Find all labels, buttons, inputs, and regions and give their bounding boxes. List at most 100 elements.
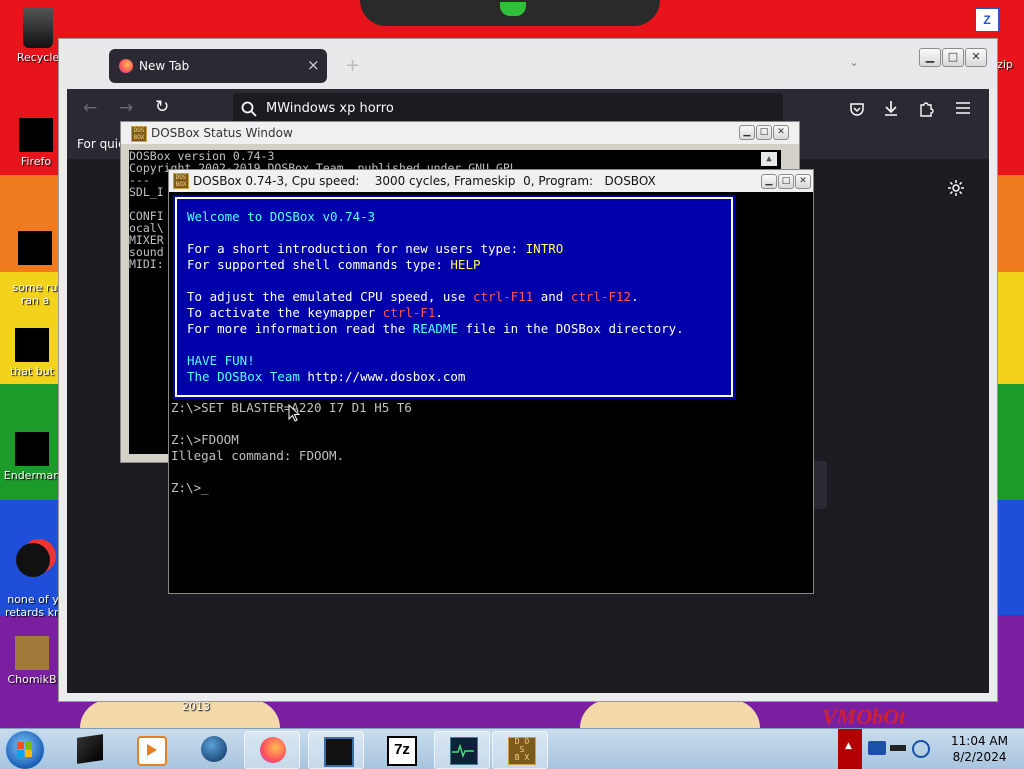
taskbar-dosbox[interactable]: D OSB X xyxy=(492,731,548,769)
terminal-prompt[interactable]: Z:\>_ xyxy=(171,480,209,495)
desktop-icon-label: some ru ran a xyxy=(12,281,58,307)
taskbar-firefox[interactable] xyxy=(244,731,300,769)
hamster-icon xyxy=(15,636,49,670)
welcome-box: Welcome to DOSBox v0.74-3 For a short in… xyxy=(173,195,735,399)
tab-title: New Tab xyxy=(139,59,190,73)
clock-time: 11:04 AM xyxy=(951,734,1008,748)
clock[interactable]: 11:04 AM 8/2/2024 xyxy=(951,733,1008,765)
clock-date: 8/2/2024 xyxy=(952,750,1007,764)
desktop-icon-label: Recycle xyxy=(16,51,60,64)
forward-arrow-icon[interactable]: → xyxy=(119,98,133,118)
maximize-button[interactable]: □ xyxy=(756,125,772,140)
status-window-titlebar[interactable]: DOS BOX DOSBox Status Window ▁ □ ✕ xyxy=(121,122,799,144)
watermark-text: VMObOt xyxy=(822,704,906,729)
reload-icon[interactable]: ↻ xyxy=(155,97,169,117)
gear-icon[interactable] xyxy=(947,179,965,197)
terminal-line: Z:\>FDOOM xyxy=(171,432,239,447)
dosbox-window: DOS BOX DOSBox 0.74-3, Cpu speed: 3000 cy… xyxy=(168,169,814,594)
globe-icon xyxy=(201,736,227,762)
welcome-intro-line: For a short introduction for new users t… xyxy=(187,241,564,256)
file-icon xyxy=(15,328,49,362)
dosbox-icon: DOS BOX xyxy=(131,126,147,142)
firefox-icon xyxy=(260,737,286,763)
minimize-button[interactable]: ▁ xyxy=(919,48,941,67)
desktop-icon-label: that but xyxy=(9,365,55,378)
app-box-icon xyxy=(77,734,103,764)
desktop-icon-enderman[interactable]: Enderman xyxy=(0,432,64,482)
recycle-bin-icon xyxy=(23,8,53,48)
back-arrow-icon[interactable]: ← xyxy=(83,98,97,118)
desktop-icon-label: Firefo xyxy=(20,155,52,168)
device-icon[interactable] xyxy=(890,745,906,751)
status-window-title: DOSBox Status Window xyxy=(151,126,293,140)
tab-strip: New Tab × + ⌄ ▁ □ ✕ xyxy=(59,39,997,89)
7zip-icon: 7z xyxy=(387,736,417,766)
chevron-up-icon: ▲ xyxy=(845,741,852,751)
desktop-icon-label: zip xyxy=(997,58,1013,71)
new-tab-button[interactable]: + xyxy=(345,55,360,76)
maximize-button[interactable]: □ xyxy=(942,48,964,67)
pocket-icon[interactable] xyxy=(849,101,865,117)
list-tabs-chevron-icon[interactable]: ⌄ xyxy=(849,55,859,69)
close-button[interactable]: ✕ xyxy=(965,48,987,67)
desktop-icon-label: ChomikB xyxy=(7,673,57,686)
network-icon[interactable] xyxy=(868,741,886,755)
taskbar-media-player[interactable] xyxy=(122,731,176,767)
bookmarks-text[interactable]: For quic xyxy=(77,137,125,151)
volume-icon[interactable] xyxy=(912,740,930,758)
dosbox-title: DOSBox 0.74-3, Cpu speed: 3000 cycles, F… xyxy=(193,174,656,188)
taskbar-window-manager[interactable] xyxy=(308,731,364,769)
taskbar: 7z D OSB X ▲ 11:04 AM 8/2/2024 xyxy=(0,728,1024,769)
dosbox-icon: DOS BOX xyxy=(173,173,189,189)
minimize-button[interactable]: ▁ xyxy=(739,125,755,140)
welcome-keymapper-line: To activate the keymapper ctrl-F1. xyxy=(187,305,443,320)
maximize-button[interactable]: □ xyxy=(778,174,794,189)
taskbar-7zip[interactable]: 7z xyxy=(372,731,426,767)
taskbar-globe[interactable] xyxy=(186,731,240,767)
zip-app-icon[interactable]: Z xyxy=(975,8,999,32)
media-player-icon xyxy=(137,736,167,766)
welcome-info-line: For more information read the README fil… xyxy=(187,321,684,336)
side-panel-handle[interactable] xyxy=(813,461,827,509)
terminal-line: Illegal command: FDOOM. xyxy=(171,448,345,463)
hamburger-menu-icon[interactable] xyxy=(955,101,971,115)
download-icon[interactable] xyxy=(883,100,899,117)
welcome-cpu-line: To adjust the emulated CPU speed, use ct… xyxy=(187,289,639,304)
system-tray xyxy=(866,737,936,759)
firefox-icon xyxy=(119,59,133,73)
address-bar-value: MWindows xp horro xyxy=(266,101,394,116)
search-icon xyxy=(241,101,257,117)
taskbar-monitor[interactable] xyxy=(434,731,490,769)
desktop-icon-none-of-y[interactable]: none of y retards kn xyxy=(0,530,66,619)
tab-close-button[interactable]: × xyxy=(307,56,320,74)
welcome-heading: Welcome to DOSBox v0.74-3 xyxy=(187,209,376,224)
welcome-help-line: For supported shell commands type: HELP xyxy=(187,257,481,272)
application-icon xyxy=(15,432,49,466)
close-button[interactable]: ✕ xyxy=(773,125,789,140)
tab-new-tab[interactable]: New Tab × xyxy=(109,49,327,83)
welcome-have-fun: HAVE FUN! xyxy=(187,353,255,368)
close-button[interactable]: ✕ xyxy=(795,174,811,189)
desktop-icon-label: none of y retards kn xyxy=(5,593,61,619)
dosbox-icon: D OSB X xyxy=(508,737,536,765)
activity-monitor-icon xyxy=(450,737,478,765)
start-button[interactable] xyxy=(6,731,44,769)
mouse-cursor-icon xyxy=(288,404,300,422)
wallpaper-art-left xyxy=(80,700,280,728)
scrollbar-up-arrow-icon[interactable]: ▲ xyxy=(761,152,777,166)
wallpaper-art-right xyxy=(580,700,760,728)
wallpaper-art-mark xyxy=(500,2,526,16)
firefox-icon xyxy=(19,118,53,152)
dosbox-titlebar[interactable]: DOS BOX DOSBox 0.74-3, Cpu speed: 3000 cy… xyxy=(169,170,813,192)
desktop-icon-chomikb[interactable]: ChomikB xyxy=(0,636,64,686)
window-icon xyxy=(324,737,354,767)
show-hidden-icons-button[interactable]: ▲ xyxy=(838,729,862,769)
taskbar-app-dark[interactable] xyxy=(62,731,116,767)
desktop-icon-that-but[interactable]: that but xyxy=(0,328,64,378)
welcome-team-line: The DOSBox Team http://www.dosbox.com xyxy=(187,369,466,384)
file-icon xyxy=(16,543,50,577)
file-icon xyxy=(18,231,52,265)
extensions-puzzle-icon[interactable] xyxy=(918,100,934,117)
dos-screen[interactable]: Welcome to DOSBox v0.74-3 For a short in… xyxy=(169,192,813,593)
minimize-button[interactable]: ▁ xyxy=(761,174,777,189)
